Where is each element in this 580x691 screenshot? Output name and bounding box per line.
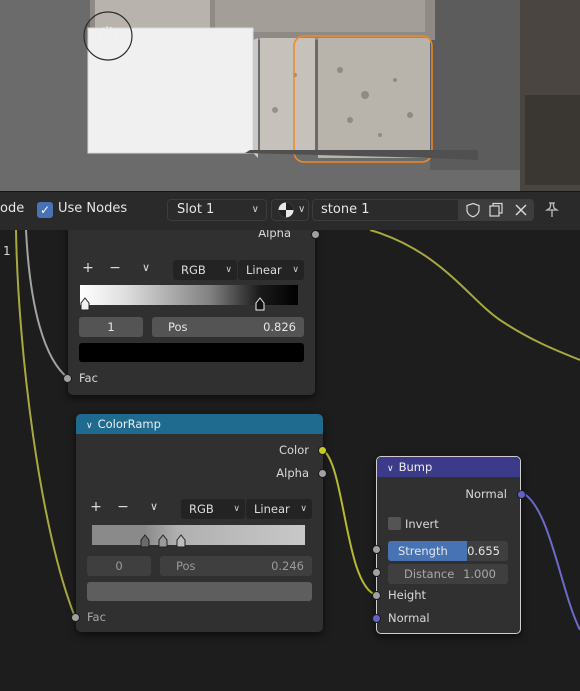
bump-node[interactable]: ∨ Bump Normal Invert Strength 0.655 Dista… [372,456,526,634]
node-editor-header: ode ✓ Use Nodes Slot 1 ∨ ∨ stone 1 [0,191,580,231]
material-name-field[interactable]: stone 1 [312,199,459,221]
invert-label: Invert [405,517,439,531]
remove-stop-button[interactable]: − [106,260,124,276]
use-nodes-label: Use Nodes [58,201,128,216]
fac-input-label: Fac [79,371,98,385]
chevron-down-icon[interactable]: ∨ [145,500,163,513]
distance-input-socket[interactable] [372,568,381,577]
strength-input-socket[interactable] [372,545,381,554]
chevron-down-icon: ∨ [225,265,232,275]
node-editor-canvas[interactable]: 1 Alpha + − ∨ RGB ∨ Linear ∨ 1 Pos 0.826 [0,230,580,691]
distance-label: Distance [404,567,455,581]
close-icon[interactable] [513,202,529,218]
remove-stop-button[interactable]: − [114,499,132,515]
active-stop-index-field[interactable]: 0 [87,556,151,576]
bump-node-header[interactable]: ∨ Bump [377,457,520,477]
distance-value: 1.000 [463,567,496,581]
pos-value: 0.826 [263,320,296,334]
fac-input-socket[interactable] [71,613,80,622]
color-mode-value: RGB [189,502,214,516]
height-input-socket[interactable] [372,591,381,600]
alpha-output-label: Alpha [276,466,309,480]
interpolation-dropdown[interactable]: Linear ∨ [238,260,304,280]
ramp-stops[interactable] [91,532,321,548]
strength-value: 0.655 [467,544,500,558]
color-mode-dropdown[interactable]: RGB ∨ [173,260,237,280]
alpha-output-socket[interactable] [318,469,327,478]
normal-input-label: Normal [388,611,430,625]
use-nodes-checkbox[interactable]: ✓ [37,202,53,218]
upper-colorramp-node[interactable]: Alpha + − ∨ RGB ∨ Linear ∨ 1 Pos 0.826 F… [63,230,320,395]
stop-color-swatch[interactable] [87,582,312,601]
distance-field[interactable]: Distance 1.000 [388,564,508,584]
chevron-down-icon[interactable]: ∨ [137,261,155,274]
colorramp-node[interactable]: ∨ ColorRamp Color Alpha + − ∨ RGB ∨ Linea… [71,414,327,632]
normal-output-label: Normal [465,487,507,501]
alpha-output-socket[interactable] [311,230,320,239]
color-output-label: Color [278,443,309,457]
normal-input-socket[interactable] [372,614,381,623]
ramp-stops[interactable] [79,295,309,311]
slot-label: Slot 1 [177,202,215,217]
invert-checkbox[interactable] [388,517,401,530]
colorramp-node-header[interactable]: ∨ ColorRamp [76,414,323,434]
active-stop-index-field[interactable]: 1 [79,317,143,337]
stop-position-field[interactable]: Pos 0.246 [160,556,312,576]
add-stop-button[interactable]: + [87,499,105,515]
active-stop-index: 1 [107,320,115,334]
slot-dropdown[interactable]: Slot 1 ∨ [167,199,267,221]
colorramp-node-title: ColorRamp [97,417,161,431]
strength-field[interactable]: Strength 0.655 [388,541,508,561]
add-stop-button[interactable]: + [79,260,97,276]
bump-node-title: Bump [398,460,433,474]
material-actions [459,199,534,221]
strength-label: Strength [398,544,448,558]
pos-label: Pos [168,320,188,334]
pos-value: 0.246 [271,559,304,573]
viewport-scene [0,0,580,191]
interpolation-dropdown[interactable]: Linear ∨ [246,499,312,519]
color-mode-value: RGB [181,263,206,277]
collapse-chevron-icon[interactable]: ∨ [86,421,93,431]
chevron-down-icon: ∨ [300,504,307,514]
stop-color-swatch[interactable] [79,343,304,362]
pos-label: Pos [176,559,196,573]
stop-position-field[interactable]: Pos 0.826 [152,317,304,337]
pin-icon[interactable] [543,201,561,219]
material-name: stone 1 [321,202,370,217]
chevron-down-icon: ∨ [233,504,240,514]
alpha-output-label: Alpha [258,230,291,240]
collapse-chevron-icon[interactable]: ∨ [387,464,394,474]
interpolation-value: Linear [254,502,290,516]
material-browse-button[interactable]: ∨ [271,199,309,221]
duplicate-icon[interactable] [488,202,504,218]
color-output-socket[interactable] [318,446,327,455]
edge-value-label: 1 [3,244,11,258]
active-stop-index: 0 [115,559,123,573]
color-mode-dropdown[interactable]: RGB ∨ [181,499,245,519]
chevron-down-icon: ∨ [298,204,306,215]
interpolation-value: Linear [246,263,282,277]
editor-mode-label[interactable]: ode [0,201,24,216]
chevron-down-icon: ∨ [292,265,299,275]
fac-input-label: Fac [87,610,106,624]
fac-input-socket[interactable] [63,374,72,383]
3d-viewport[interactable] [0,0,580,191]
chevron-down-icon: ∨ [251,204,259,215]
material-sphere-icon [278,202,294,218]
normal-output-socket[interactable] [517,490,526,499]
height-input-label: Height [388,588,427,602]
fake-user-shield-icon[interactable] [465,202,481,218]
